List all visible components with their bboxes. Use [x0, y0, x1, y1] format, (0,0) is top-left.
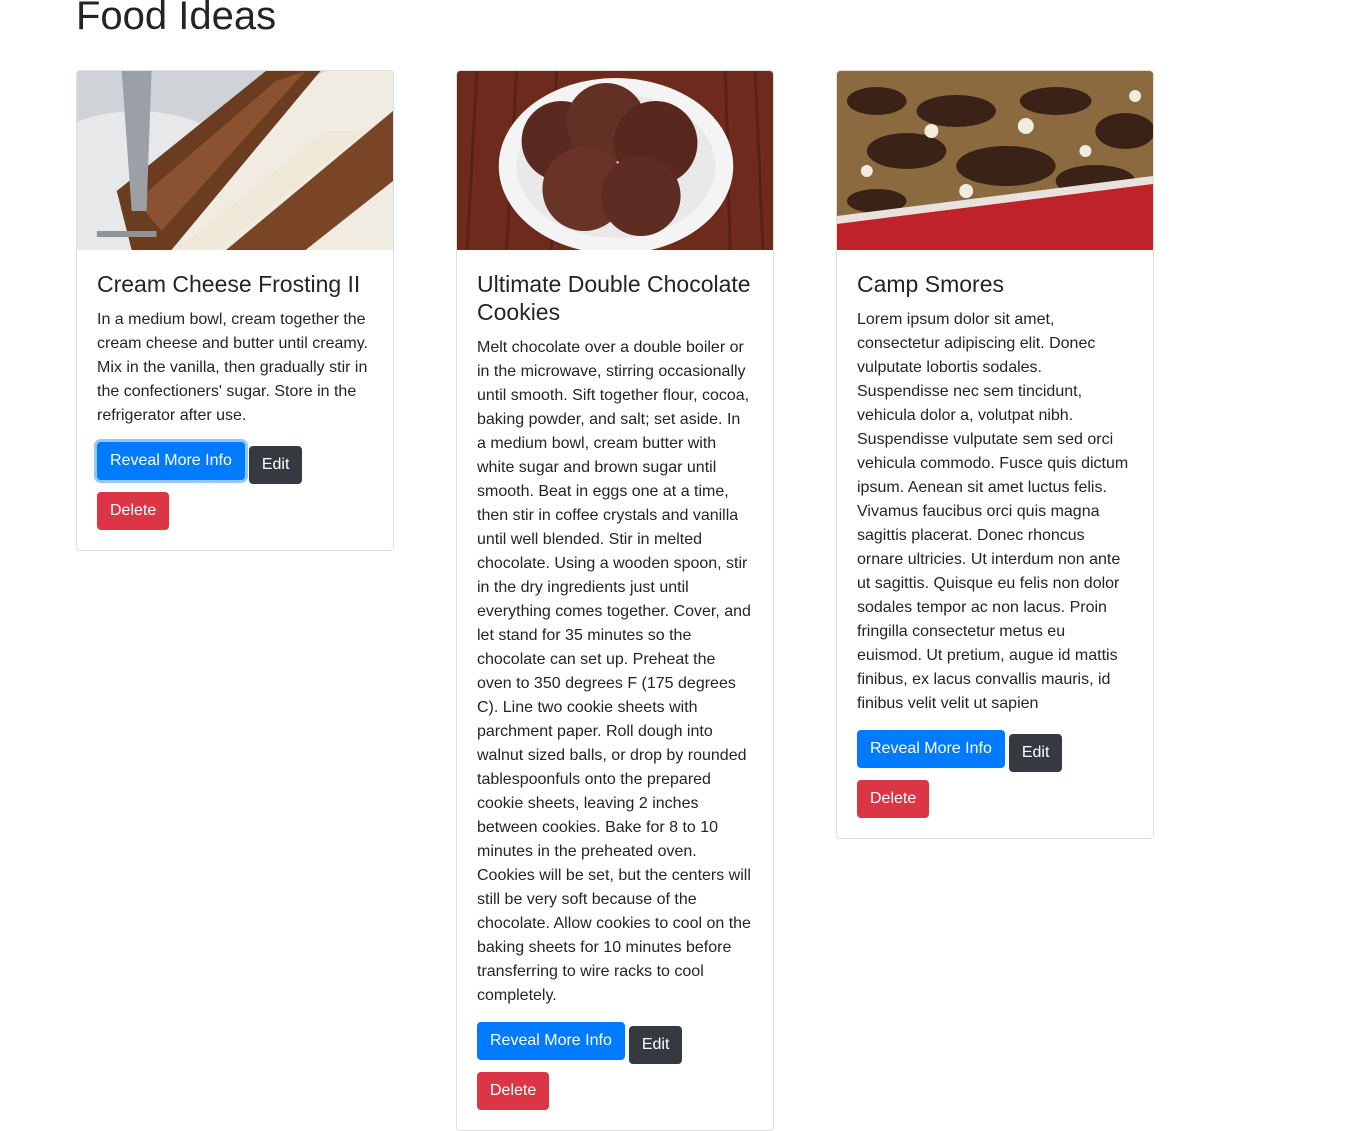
delete-button[interactable]: Delete	[97, 492, 170, 530]
recipe-title: Cream Cheese Frosting II	[97, 271, 361, 297]
reveal-more-info-button[interactable]: Reveal More Info	[857, 730, 1005, 768]
recipe-description: Melt chocolate over a double boiler or i…	[477, 339, 751, 1004]
card-actions: Reveal More Info Edit Delete	[97, 442, 327, 530]
recipe-description: In a medium bowl, cream together the cre…	[97, 311, 368, 424]
recipe-card: Camp Smores Lorem ipsum dolor sit amet, …	[836, 70, 1154, 839]
card-actions: Reveal More Info Edit Delete	[857, 730, 1087, 818]
edit-button[interactable]: Edit	[1008, 734, 1063, 772]
recipe-card: Cream Cheese Frosting II In a medium bow…	[76, 70, 394, 551]
recipe-image	[837, 71, 1153, 250]
reveal-more-info-button[interactable]: Reveal More Info	[477, 1022, 625, 1060]
reveal-more-info-button[interactable]: Reveal More Info	[97, 442, 245, 480]
recipe-title: Ultimate Double Chocolate Cookies	[477, 271, 751, 325]
recipe-image	[457, 71, 773, 250]
delete-button[interactable]: Delete	[477, 1072, 550, 1110]
recipe-image	[77, 71, 393, 250]
edit-button[interactable]: Edit	[628, 1026, 683, 1064]
delete-button[interactable]: Delete	[857, 780, 930, 818]
page-title: Food Ideas	[76, 0, 277, 38]
recipe-title: Camp Smores	[857, 271, 1004, 297]
card-actions: Reveal More Info Edit Delete	[477, 1022, 707, 1110]
recipe-card: Ultimate Double Chocolate Cookies Melt c…	[456, 70, 774, 1131]
edit-button[interactable]: Edit	[248, 446, 303, 484]
recipe-description: Lorem ipsum dolor sit amet, consectetur …	[857, 311, 1129, 712]
